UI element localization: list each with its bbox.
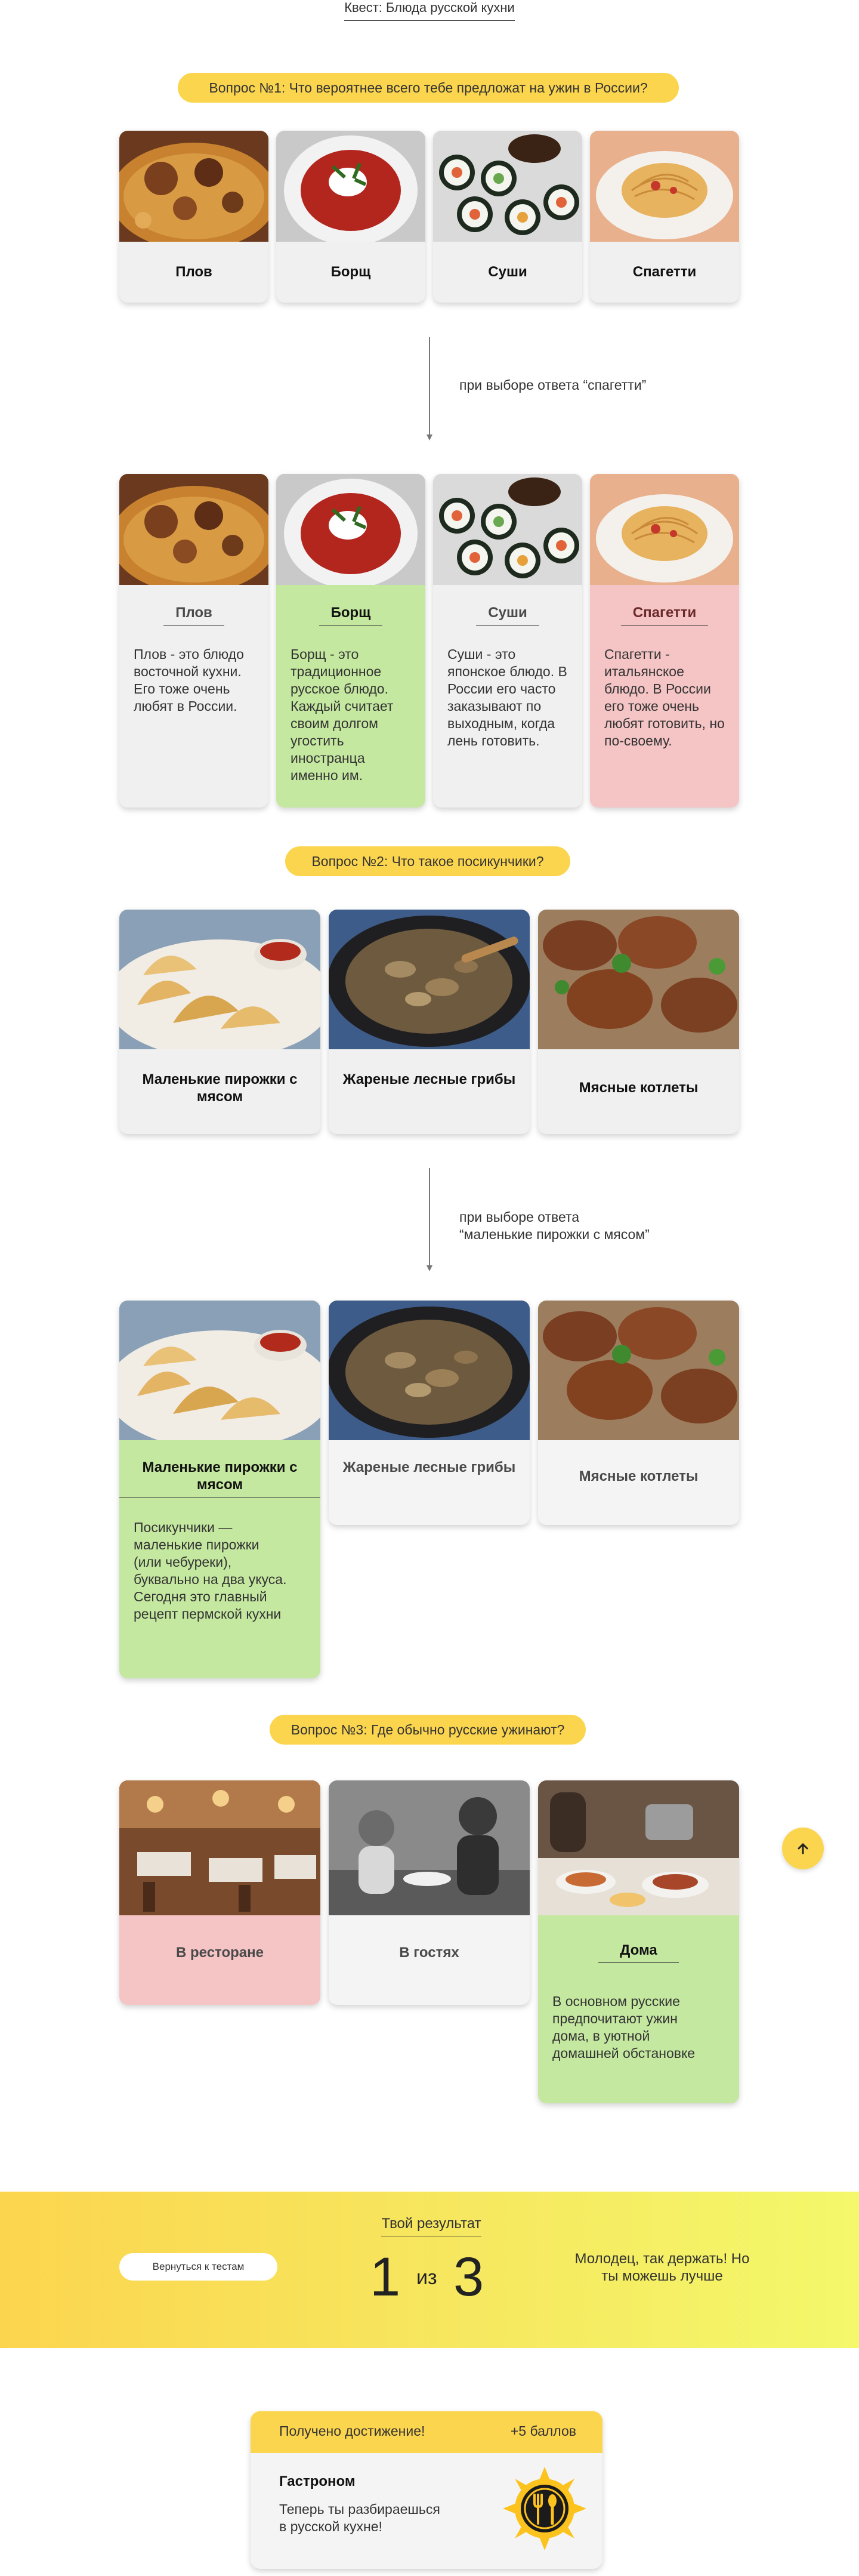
- score: 1 из 3: [358, 2244, 501, 2310]
- question-1-pill: Вопрос №1: Что вероятнее всего тебе пред…: [178, 73, 679, 103]
- answer-description: Суши - это японское блюдо. В России его …: [447, 646, 567, 748]
- answer-fried-mushrooms: Жареные лесные грибы: [329, 1301, 530, 1525]
- answer-label: Спагетти: [590, 604, 739, 625]
- result-label: Твой результат: [375, 2216, 488, 2236]
- option-meat-cutlets[interactable]: Мясные котлеты: [538, 910, 739, 1134]
- answer-label: Борщ: [276, 604, 425, 625]
- fork-spoon-icon: [503, 2467, 586, 2550]
- answer-label: Плов: [119, 604, 268, 625]
- mushrooms-image: [329, 910, 530, 1049]
- pies-image: [119, 1301, 320, 1440]
- spaghetti-image: [590, 474, 739, 585]
- answer-meat-cutlets: Мясные котлеты: [538, 1301, 739, 1525]
- achievement-description: Теперь ты разбираешься в русской кухне!: [279, 2501, 440, 2534]
- back-to-tests-button[interactable]: Вернуться к тестам: [119, 2253, 277, 2281]
- score-total: 3: [453, 2247, 484, 2307]
- answer-guests: В гостях: [329, 1780, 530, 2005]
- answer-description: Борщ - это традиционное русское блюдо. К…: [291, 646, 394, 783]
- answer-label: Жареные лесные грибы: [342, 1459, 516, 1475]
- achievement-header-label: Получено достижение!: [279, 2423, 425, 2439]
- score-of: из: [416, 2266, 437, 2289]
- answer-label: Дома: [538, 1942, 739, 1963]
- answer-description: Посикунчики — маленькие пирожки (или чеб…: [134, 1520, 287, 1622]
- plov-image: [119, 474, 268, 585]
- flow-arrow: [429, 1168, 430, 1265]
- option-label: Суши: [488, 264, 527, 280]
- option-fried-mushrooms[interactable]: Жареные лесные грибы: [329, 910, 530, 1134]
- answer-label: В ресторане: [176, 1945, 264, 1961]
- answer-label: В гостях: [399, 1945, 459, 1961]
- answer-borscht-correct: Борщ Борщ - это традиционное русское блю…: [276, 474, 425, 808]
- answer-description: В основном русские предпочитают ужин дом…: [552, 1993, 696, 2061]
- option-sushi[interactable]: Суши: [433, 131, 582, 303]
- arrow-up-icon: [798, 1843, 808, 1854]
- pies-image: [119, 910, 320, 1049]
- option-label: Борщ: [330, 264, 371, 280]
- answer-home-correct: Дома В основном русские предпочитают ужи…: [538, 1780, 739, 2103]
- answer-label: Маленькие пирожки с мясом: [119, 1459, 320, 1497]
- answer-description: Плов - это блюдо восточной кухни. Его то…: [134, 646, 244, 714]
- option-spaghetti[interactable]: Спагетти: [590, 131, 739, 303]
- answer-note: при выборе ответа “спагетти”: [459, 377, 647, 393]
- answer-label: Суши: [433, 604, 582, 625]
- achievement-points: +5 баллов: [510, 2423, 576, 2439]
- flow-arrow: [429, 337, 430, 435]
- answer-small-pies-correct: Маленькие пирожки с мясом Посикунчики — …: [119, 1301, 320, 1678]
- sushi-image: [433, 474, 582, 585]
- option-label: Плов: [175, 264, 212, 280]
- answer-description: Спагетти - итальянское блюдо. В России е…: [604, 646, 725, 748]
- answer-note: при выборе ответа “маленькие пирожки с м…: [459, 1209, 650, 1242]
- borscht-image: [276, 131, 425, 242]
- option-label: Жареные лесные грибы: [342, 1071, 516, 1087]
- sushi-image: [433, 131, 582, 242]
- option-plov[interactable]: Плов: [119, 131, 268, 303]
- arrow-head-icon: [427, 435, 432, 440]
- score-value: 1: [370, 2247, 401, 2307]
- answer-label: Мясные котлеты: [579, 1468, 699, 1484]
- home-dinner-image: [538, 1780, 739, 1915]
- quest-page: Квест: Блюда русской кухни Вопрос №1: Чт…: [0, 0, 859, 2576]
- cutlets-image: [538, 1301, 739, 1440]
- scroll-to-top-button[interactable]: [782, 1828, 824, 1869]
- restaurant-image: [119, 1780, 320, 1915]
- option-borscht[interactable]: Борщ: [276, 131, 425, 303]
- achievement-name: Гастроном: [279, 2473, 356, 2489]
- question-3-pill: Вопрос №3: Где обычно русские ужинают?: [270, 1715, 586, 1745]
- answer-restaurant-wrong: В ресторане: [119, 1780, 320, 2005]
- spaghetti-image: [590, 131, 739, 242]
- option-label: Спагетти: [632, 264, 697, 280]
- quest-title: Квест: Блюда русской кухни: [0, 0, 859, 21]
- option-label: Мясные котлеты: [579, 1080, 699, 1096]
- achievement-card: Получено достижение! +5 баллов Гастроном…: [251, 2411, 602, 2569]
- result-band: Вернуться к тестам Твой результат 1 из 3…: [0, 2192, 859, 2348]
- cutlets-image: [538, 910, 739, 1049]
- arrow-head-icon: [427, 1265, 432, 1271]
- option-small-pies[interactable]: Маленькие пирожки с мясом: [119, 910, 320, 1134]
- borscht-image: [276, 474, 425, 585]
- question-2-pill: Вопрос №2: Что такое посикунчики?: [285, 846, 570, 876]
- result-praise: Молодец, так держать! Но ты можешь лучше: [574, 2251, 750, 2284]
- mushrooms-image: [329, 1301, 530, 1440]
- plov-image: [119, 131, 268, 242]
- answer-sushi: Суши Суши - это японское блюдо. В России…: [433, 474, 582, 808]
- answer-spaghetti-wrong: Спагетти Спагетти - итальянское блюдо. В…: [590, 474, 739, 808]
- option-label: Маленькие пирожки с мясом: [142, 1071, 298, 1105]
- achievement-header: Получено достижение! +5 баллов: [251, 2411, 602, 2453]
- answer-plov: Плов Плов - это блюдо восточной кухни. Е…: [119, 474, 268, 808]
- guests-image: [329, 1780, 530, 1915]
